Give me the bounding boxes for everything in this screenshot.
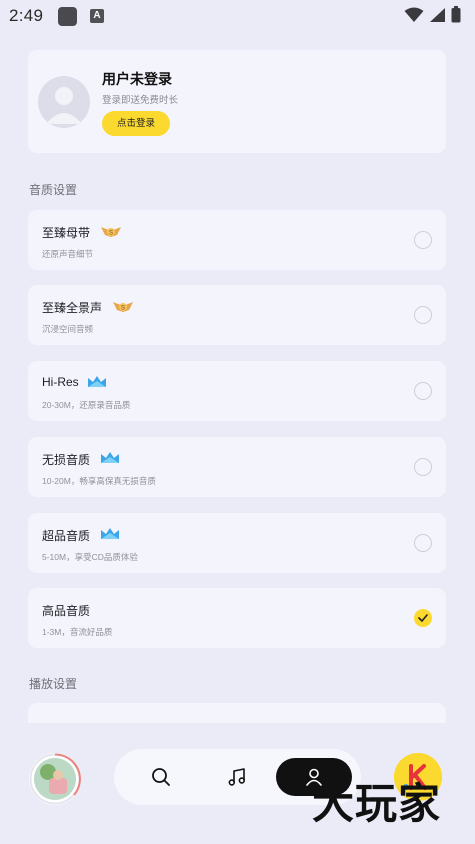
status-icons — [404, 6, 461, 23]
option-desc: 5-10M，享受CD品质体验 — [42, 552, 138, 562]
option-desc: 1-3M，音流好品质 — [42, 627, 113, 637]
option-title: 至臻母带 — [42, 226, 91, 240]
option-title: 超品音质 — [42, 529, 91, 543]
vip-crown-badge-icon — [101, 528, 119, 539]
avatar[interactable] — [38, 76, 90, 128]
option-desc: 10-20M，畅享高保真无损音质 — [42, 476, 156, 486]
profile-card[interactable]: 用户未登录 登录即送免费时长 点击登录 — [28, 50, 446, 153]
section-title-quality: 音质设置 — [29, 183, 78, 197]
vip-crown-badge-icon — [101, 452, 119, 463]
watermark-text: 大玩家 — [312, 779, 442, 828]
radio-button[interactable] — [414, 458, 432, 476]
option-desc: 沉浸空间音频 — [42, 324, 94, 334]
battery-icon — [451, 6, 461, 23]
radio-button-checked[interactable] — [414, 609, 432, 627]
svip-wings-badge-icon: S — [101, 227, 121, 237]
a-notification-icon: A — [90, 9, 104, 23]
signal-icon — [430, 7, 445, 22]
radio-button[interactable] — [414, 382, 432, 400]
option-title: Hi-Res — [42, 375, 79, 389]
quality-option-atmos[interactable]: 至臻全景声 S 沉浸空间音频 — [28, 285, 446, 345]
album-art — [34, 758, 76, 800]
default-user-icon — [46, 87, 82, 124]
music-note-icon — [228, 768, 245, 786]
status-bar: 2:49 A — [0, 0, 475, 34]
quality-option-lossless[interactable]: 无损音质 10-20M，畅享高保真无损音质 — [28, 437, 446, 497]
option-title: 高品音质 — [42, 604, 91, 618]
radio-button[interactable] — [414, 534, 432, 552]
quality-option-master[interactable]: 至臻母带 S 还原声音细节 — [28, 210, 446, 270]
option-title: 无损音质 — [42, 453, 91, 467]
profile-name: 用户未登录 — [102, 71, 172, 87]
option-desc: 20-30M，还原录音品质 — [42, 400, 131, 410]
section-title-playback: 播放设置 — [29, 677, 78, 691]
profile-subtitle: 登录即送免费时长 — [102, 95, 179, 106]
wifi-icon — [404, 7, 424, 22]
status-time: 2:49 — [9, 6, 44, 25]
svip-wings-badge-icon: S — [113, 302, 133, 312]
nav-search[interactable] — [142, 758, 180, 796]
nav-music[interactable] — [218, 758, 256, 796]
search-icon — [152, 768, 170, 786]
radio-button[interactable] — [414, 231, 432, 249]
playback-card-partial[interactable] — [28, 703, 446, 723]
option-title: 至臻全景声 — [42, 301, 103, 315]
vip-crown-badge-icon — [88, 376, 106, 387]
svg-text:S: S — [121, 306, 125, 312]
mini-player[interactable] — [29, 753, 81, 805]
option-desc: 还原声音细节 — [42, 249, 94, 259]
login-button[interactable]: 点击登录 — [102, 111, 170, 136]
quality-option-super[interactable]: 超品音质 5-10M，享受CD品质体验 — [28, 513, 446, 573]
checkmark-icon — [418, 614, 428, 622]
svg-text:S: S — [109, 231, 113, 237]
quality-option-high[interactable]: 高品音质 1-3M，音流好品质 — [28, 588, 446, 648]
app-icon — [58, 7, 77, 26]
quality-option-hires[interactable]: Hi-Res 20-30M，还原录音品质 — [28, 361, 446, 421]
radio-button[interactable] — [414, 306, 432, 324]
